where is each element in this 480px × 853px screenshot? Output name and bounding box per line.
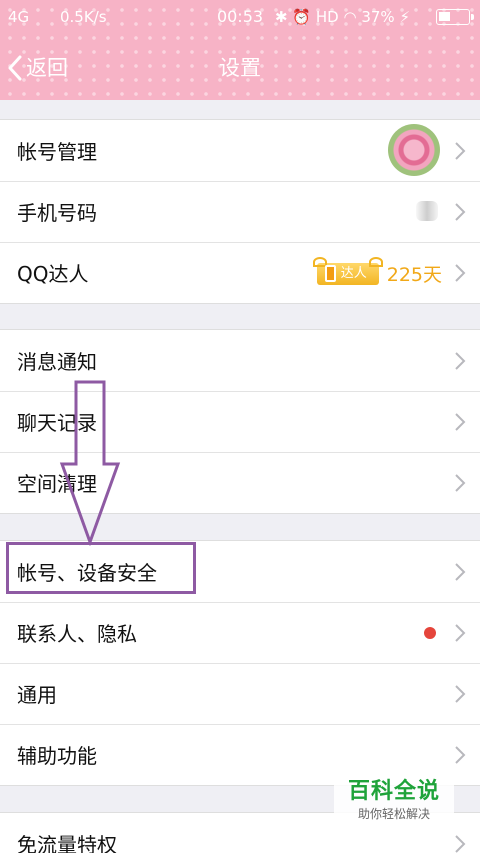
- battery-icon: [436, 9, 474, 25]
- chevron-right-icon: [455, 473, 466, 492]
- settings-item-phone-number[interactable]: 手机号码: [0, 181, 480, 242]
- settings-item-chat-history[interactable]: 聊天记录: [0, 391, 480, 452]
- settings-item-label: QQ达人: [17, 262, 89, 286]
- chevron-right-icon: [455, 263, 466, 282]
- chevron-right-icon: [455, 202, 466, 221]
- wifi-icon: ◠: [343, 8, 357, 26]
- chevron-right-icon: [455, 562, 466, 581]
- status-right-indicators: ✱ ⏰ HD ◠ 37% ⚡: [275, 8, 410, 26]
- status-bar: 4G 0.5K/s 00:53 ✱ ⏰ HD ◠ 37% ⚡: [0, 0, 480, 34]
- settings-item-general[interactable]: 通用: [0, 663, 480, 724]
- settings-item-label: 辅助功能: [17, 744, 97, 768]
- settings-item-account-management[interactable]: 帐号管理: [0, 120, 480, 181]
- daren-status: 达人 225天: [312, 256, 442, 287]
- settings-item-label: 通用: [17, 683, 57, 707]
- chevron-right-icon: [455, 141, 466, 160]
- settings-item-label: 手机号码: [17, 201, 97, 225]
- settings-item-label: 帐号管理: [17, 140, 97, 164]
- battery-percent: 37%: [361, 8, 395, 26]
- watermark-title: 百科全说: [347, 779, 440, 804]
- daren-badge-icon: 达人: [312, 256, 383, 285]
- settings-item-accessibility[interactable]: 辅助功能: [0, 724, 480, 785]
- settings-item-label: 免流量特权: [17, 833, 117, 853]
- chevron-right-icon: [455, 834, 466, 853]
- settings-item-storage-cleanup[interactable]: 空间清理: [0, 452, 480, 513]
- new-indicator-dot: [424, 627, 436, 639]
- chevron-right-icon: [455, 745, 466, 764]
- settings-group-messages: 消息通知 聊天记录 空间清理: [0, 329, 480, 514]
- avatar: [388, 124, 440, 176]
- alarm-icon: ⏰: [292, 8, 312, 26]
- watermark-logo: 百科全说 助你轻松解决: [334, 778, 454, 826]
- settings-item-label: 帐号、设备安全: [17, 561, 157, 585]
- page-title: 设置: [219, 56, 261, 80]
- settings-item-label: 聊天记录: [17, 411, 97, 435]
- settings-item-contacts-privacy[interactable]: 联系人、隐私: [0, 602, 480, 663]
- bluetooth-icon: ✱: [275, 8, 288, 26]
- charging-icon: ⚡: [399, 8, 410, 26]
- settings-item-label: 联系人、隐私: [17, 622, 137, 646]
- chevron-right-icon: [455, 623, 466, 642]
- header-bar: 4G 0.5K/s 00:53 ✱ ⏰ HD ◠ 37% ⚡ 返回 设置: [0, 0, 480, 100]
- settings-group-security: 帐号、设备安全 联系人、隐私 通用 辅助功能: [0, 540, 480, 786]
- settings-group-account: 帐号管理 手机号码 QQ达人 达人 225天: [0, 119, 480, 304]
- settings-item-qq-daren[interactable]: QQ达人 达人 225天: [0, 242, 480, 303]
- chevron-right-icon: [455, 351, 466, 370]
- settings-item-notifications[interactable]: 消息通知: [0, 330, 480, 391]
- watermark-subtitle: 助你轻松解决: [357, 807, 430, 821]
- settings-item-label: 消息通知: [17, 350, 97, 374]
- settings-item-account-device-security[interactable]: 帐号、设备安全: [0, 541, 480, 602]
- chevron-right-icon: [455, 684, 466, 703]
- daren-badge-text: 达人: [340, 265, 367, 281]
- chevron-right-icon: [455, 412, 466, 431]
- blurred-phone-value: [416, 201, 438, 221]
- daren-days: 225天: [386, 264, 442, 286]
- settings-item-label: 空间清理: [17, 472, 97, 496]
- hd-label: HD: [315, 8, 339, 26]
